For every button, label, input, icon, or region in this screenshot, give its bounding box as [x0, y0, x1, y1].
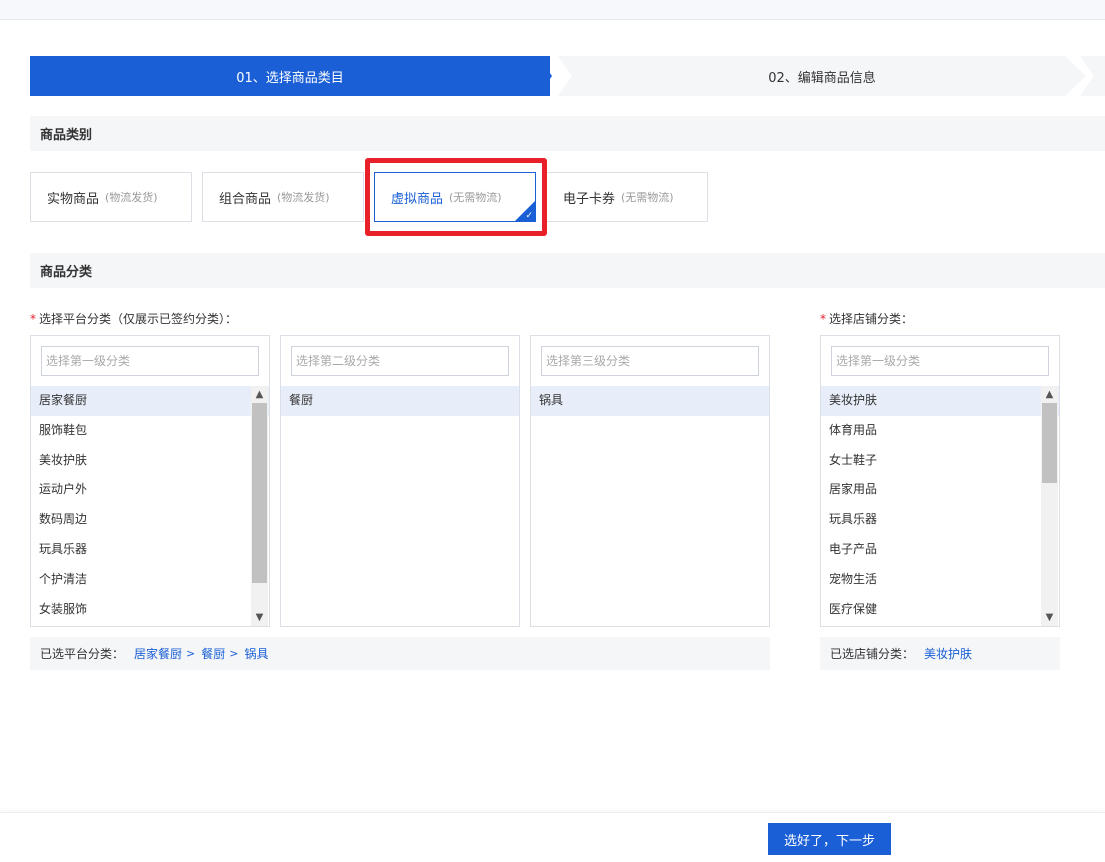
type-sub: (物流发货) [277, 191, 330, 204]
list-item[interactable]: 体育用品 [821, 416, 1059, 446]
platform-level2-search[interactable] [291, 346, 509, 376]
shop-label-text: 选择店铺分类： [829, 312, 914, 326]
path-separator: > [229, 647, 239, 660]
platform-level3-search[interactable] [541, 346, 759, 376]
platform-level1-items: 居家餐厨 服饰鞋包 美妆护肤 运动户外 数码周边 玩具乐器 个护清洁 女装服饰 [31, 386, 269, 624]
scroll-down-icon[interactable]: ▼ [251, 609, 268, 626]
section-product-type: 商品类别 [30, 116, 1105, 151]
scrollbar[interactable]: ▲ ▼ [251, 386, 268, 626]
list-item[interactable]: 锅具 [531, 386, 769, 416]
type-sub: (无需物流) [621, 191, 674, 204]
step-progress: 01、选择商品类目 02、编辑商品信息 [30, 56, 1105, 96]
platform-level2-list: 餐厨 [280, 335, 520, 627]
platform-level3-list: 锅具 [530, 335, 770, 627]
list-item[interactable]: 电子产品 [821, 535, 1059, 565]
top-bar [0, 0, 1105, 20]
platform-label-text: 选择平台分类（仅展示已签约分类）： [39, 312, 238, 326]
path-segment: 锅具 [244, 647, 269, 661]
path-segment: 居家餐厨 [134, 647, 183, 661]
list-item[interactable]: 居家餐厨 [31, 386, 269, 416]
step-2-label: 02、编辑商品信息 [768, 70, 876, 86]
scroll-down-icon[interactable]: ▼ [1041, 609, 1058, 626]
required-mark: * [30, 312, 36, 326]
shop-selected-label: 已选店铺分类： [830, 647, 915, 661]
platform-category-label: * 选择平台分类（仅展示已签约分类）： [30, 310, 237, 327]
list-item[interactable]: 女装服饰 [31, 595, 269, 625]
section-category-title: 商品分类 [40, 265, 93, 280]
step-1-label: 01、选择商品类目 [236, 70, 344, 86]
list-item[interactable]: 服饰鞋包 [31, 416, 269, 446]
list-item[interactable]: 餐厨 [281, 386, 519, 416]
list-item[interactable]: 美妆护肤 [31, 446, 269, 476]
type-sub: (物流发货) [105, 191, 158, 204]
list-item[interactable]: 运动户外 [31, 475, 269, 505]
section-product-type-title: 商品类别 [40, 128, 93, 143]
shop-selected-path: 已选店铺分类： 美妆护肤 [820, 637, 1060, 670]
list-item[interactable]: 女士鞋子 [821, 446, 1059, 476]
type-name: 电子卡券 [563, 191, 616, 207]
scrollbar[interactable]: ▲ ▼ [1041, 386, 1058, 626]
scrollbar-thumb[interactable] [252, 403, 267, 583]
scrollbar-thumb[interactable] [1042, 403, 1057, 483]
path-segment: 餐厨 [201, 647, 226, 661]
scroll-up-icon[interactable]: ▲ [251, 386, 268, 403]
step-select-category: 01、选择商品类目 [30, 56, 550, 96]
type-card-physical[interactable]: 实物商品 (物流发货) [30, 172, 192, 222]
type-name: 组合商品 [219, 191, 272, 207]
section-category: 商品分类 [30, 253, 1105, 288]
step-edit-info: 02、编辑商品信息 [558, 56, 1086, 96]
platform-selected-path: 已选平台分类： 居家餐厨 > 餐厨 > 锅具 [30, 637, 770, 670]
shop-category-label: * 选择店铺分类： [820, 310, 913, 327]
footer-bar [0, 812, 1105, 862]
shop-level1-search[interactable] [831, 346, 1049, 376]
type-name: 实物商品 [47, 191, 100, 207]
shop-level1-items: 美妆护肤 体育用品 女士鞋子 居家用品 玩具乐器 电子产品 宠物生活 医疗保健 [821, 386, 1059, 624]
list-item[interactable]: 美妆护肤 [821, 386, 1059, 416]
platform-level1-list: 居家餐厨 服饰鞋包 美妆护肤 运动户外 数码周边 玩具乐器 个护清洁 女装服饰 … [30, 335, 270, 627]
type-card-ecard[interactable]: 电子卡券 (无需物流) [546, 172, 708, 222]
list-item[interactable]: 数码周边 [31, 505, 269, 535]
path-separator: > [186, 647, 196, 660]
list-item[interactable]: 个护清洁 [31, 565, 269, 595]
list-item[interactable]: 居家用品 [821, 475, 1059, 505]
highlight-box [365, 158, 547, 236]
list-item[interactable]: 玩具乐器 [31, 535, 269, 565]
platform-selected-label: 已选平台分类： [40, 647, 125, 661]
shop-level1-list: 美妆护肤 体育用品 女士鞋子 居家用品 玩具乐器 电子产品 宠物生活 医疗保健 … [820, 335, 1060, 627]
path-segment: 美妆护肤 [924, 647, 973, 661]
scroll-up-icon[interactable]: ▲ [1041, 386, 1058, 403]
list-item[interactable]: 宠物生活 [821, 565, 1059, 595]
next-step-button[interactable]: 选好了，下一步 [768, 823, 891, 855]
required-mark: * [820, 312, 826, 326]
platform-level3-items: 锅具 [531, 386, 769, 416]
type-card-bundle[interactable]: 组合商品 (物流发货) [202, 172, 364, 222]
list-item[interactable]: 玩具乐器 [821, 505, 1059, 535]
platform-level1-search[interactable] [41, 346, 259, 376]
platform-level2-items: 餐厨 [281, 386, 519, 416]
list-item[interactable]: 医疗保健 [821, 595, 1059, 625]
